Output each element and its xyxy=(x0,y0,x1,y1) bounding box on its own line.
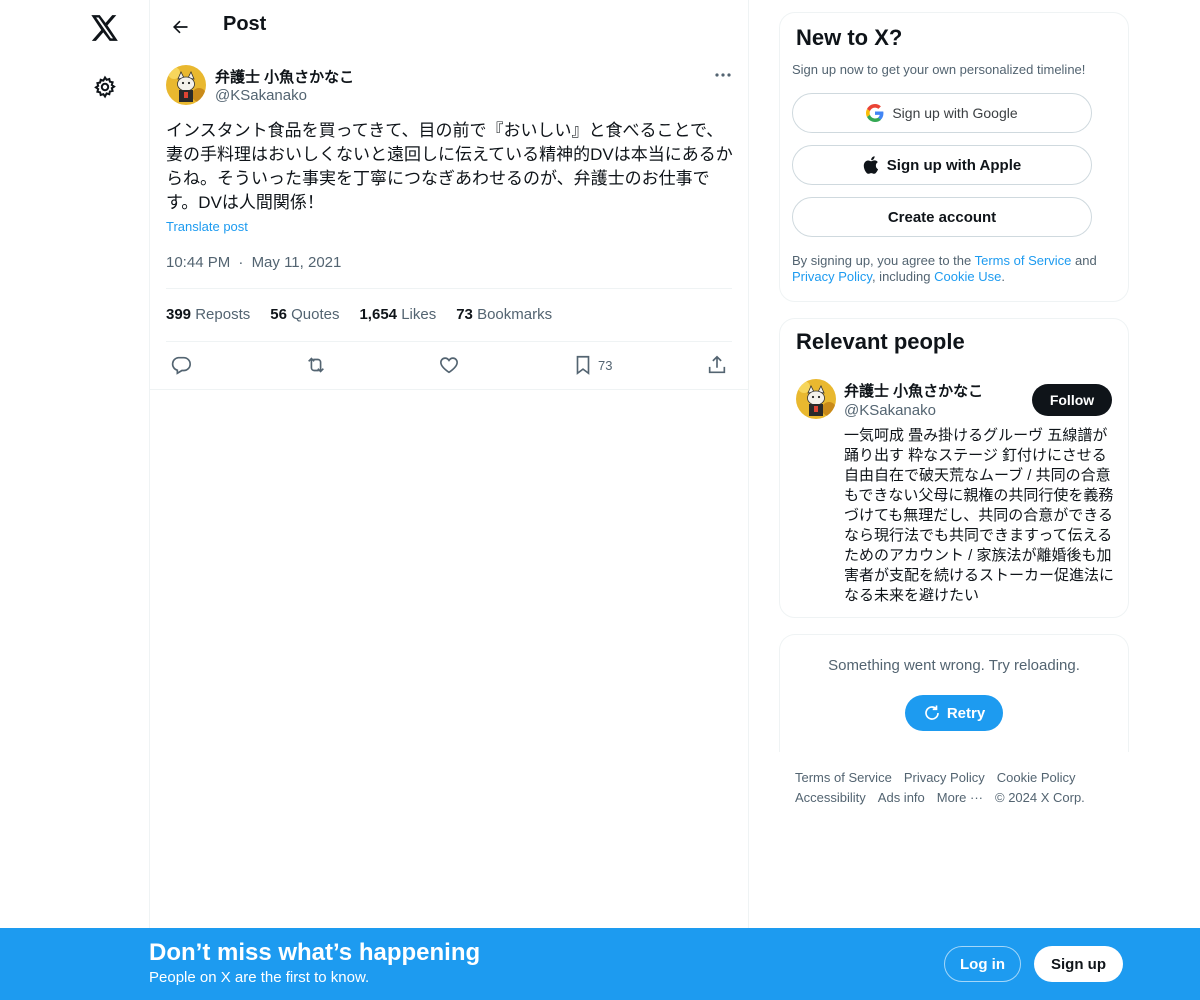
banner-subtitle: People on X are the first to know. xyxy=(149,969,370,986)
heart-icon xyxy=(440,357,458,374)
footer-ads-link[interactable]: Ads info xyxy=(878,790,925,805)
footer-copyright: © 2024 X Corp. xyxy=(995,790,1085,805)
login-banner: Don’t miss what’s happening People on X … xyxy=(0,928,1200,1000)
likes-count: 1,654 xyxy=(359,306,398,323)
footer-links: Terms of Service Privacy Policy Cookie Pol… xyxy=(795,768,1125,808)
bookmark-count: 73 xyxy=(598,357,613,373)
terms-prefix: By signing up, you agree to the xyxy=(792,253,975,268)
post-actions: 73 xyxy=(166,351,736,379)
refresh-icon xyxy=(925,705,939,720)
terms-of-service-link[interactable]: Terms of Service xyxy=(975,253,1072,268)
footer-privacy-link[interactable]: Privacy Policy xyxy=(904,770,985,785)
login-button[interactable]: Log in xyxy=(944,946,1021,982)
bookmarks-label: Bookmarks xyxy=(477,306,553,323)
more-options-button[interactable] xyxy=(708,63,738,87)
create-account-button[interactable]: Create account xyxy=(792,197,1092,237)
bookmark-button[interactable]: 73 xyxy=(572,351,612,379)
page-title: Post xyxy=(223,13,267,35)
terms-suffix: . xyxy=(1001,269,1005,284)
relevant-person-avatar[interactable] xyxy=(796,379,836,419)
relevant-people-title: Relevant people xyxy=(796,329,965,354)
reply-button[interactable] xyxy=(170,351,192,379)
repost-button[interactable] xyxy=(304,351,328,379)
x-logo-icon[interactable] xyxy=(80,3,130,53)
more-dots-icon xyxy=(715,73,731,77)
repost-icon xyxy=(308,357,324,373)
google-icon xyxy=(866,104,884,122)
reply-icon xyxy=(171,356,191,375)
meta-separator: · xyxy=(238,254,244,271)
bookmarks-count: 73 xyxy=(456,306,473,323)
likes-label: Likes xyxy=(401,306,437,323)
arrow-left-icon xyxy=(173,20,188,34)
banner-title: Don’t miss what’s happening xyxy=(149,939,481,966)
footer-more-link[interactable]: More ··· xyxy=(937,790,983,805)
reposts-stat[interactable]: 399 Reposts xyxy=(166,306,250,323)
likes-stat[interactable]: 1,654 Likes xyxy=(359,306,436,323)
apple-signup-button[interactable]: Sign up with Apple xyxy=(792,145,1092,185)
post-text: インスタント食品を買ってきて、目の前で『おいしい』と食べることで、妻の手料理はお… xyxy=(166,121,733,212)
relevant-person-name[interactable]: 弁護士 小魚さかなこ xyxy=(844,380,983,401)
retry-label: Retry xyxy=(946,704,986,722)
divider xyxy=(166,288,732,289)
terms-including: , including xyxy=(871,269,935,284)
relevant-person-bio: 一気呵成 畳み掛けるグルーヴ 五線譜が踊り出す 粋なステージ 釘付けにさせる 自… xyxy=(844,427,1115,604)
post-date: May 11, 2021 xyxy=(251,254,342,271)
primary-column: Post 弁護士 小魚さかなこ @KSakanako インスタント食品を買ってき… xyxy=(149,0,749,928)
retry-button[interactable]: Retry xyxy=(905,695,1003,731)
relevant-person-handle[interactable]: @KSakanako xyxy=(844,402,936,419)
left-navigation xyxy=(0,0,150,1000)
footer-terms-link[interactable]: Terms of Service xyxy=(795,770,892,785)
post-timestamp[interactable]: 10:44 PM · May 11, 2021 xyxy=(166,254,341,271)
post-time: 10:44 PM xyxy=(166,254,231,271)
error-message: Something went wrong. Try reloading. xyxy=(828,657,1080,674)
divider xyxy=(150,389,748,390)
footer-accessibility-link[interactable]: Accessibility xyxy=(795,790,866,805)
privacy-policy-link[interactable]: Privacy Policy xyxy=(792,269,872,284)
post-header: Post xyxy=(150,0,748,53)
quotes-stat[interactable]: 56 Quotes xyxy=(270,306,339,323)
cookie-use-link[interactable]: Cookie Use xyxy=(934,269,1001,284)
google-signup-button[interactable]: Sign up with Google xyxy=(792,93,1092,133)
author-avatar[interactable] xyxy=(166,65,206,105)
gear-icon[interactable] xyxy=(80,62,130,112)
share-icon xyxy=(708,355,726,374)
quotes-label: Quotes xyxy=(291,306,340,323)
apple-signup-label: Sign up with Apple xyxy=(886,156,1022,174)
signup-button[interactable]: Sign up xyxy=(1034,946,1123,982)
share-button[interactable] xyxy=(706,351,728,379)
signup-card-title: New to X? xyxy=(796,25,903,50)
follow-button[interactable]: Follow xyxy=(1032,384,1112,416)
footer-cookie-link[interactable]: Cookie Policy xyxy=(997,770,1076,785)
signup-card-subtitle: Sign up now to get your own personalized… xyxy=(792,62,1086,77)
post-stats: 399 Reposts 56 Quotes 1,654 Likes 73 Boo… xyxy=(166,306,552,323)
divider xyxy=(166,341,732,342)
relevant-people-card: Relevant people 弁護士 小魚さかなこ @KSakanako Fo… xyxy=(779,318,1129,618)
apple-icon xyxy=(863,156,878,174)
signup-terms: By signing up, you agree to the Terms of… xyxy=(792,253,1122,285)
terms-and: and xyxy=(1071,253,1097,268)
bookmark-icon xyxy=(576,355,590,375)
like-button[interactable] xyxy=(438,351,460,379)
reposts-count: 399 xyxy=(166,306,192,323)
author-name[interactable]: 弁護士 小魚さかなこ xyxy=(215,66,354,87)
signup-card: New to X? Sign up now to get your own pe… xyxy=(779,12,1129,302)
quotes-count: 56 xyxy=(270,306,287,323)
author-handle[interactable]: @KSakanako xyxy=(215,87,307,104)
create-account-label: Create account xyxy=(887,208,997,226)
back-button[interactable] xyxy=(162,9,198,45)
reposts-label: Reposts xyxy=(195,306,251,323)
trends-error-card: Something went wrong. Try reloading. Ret… xyxy=(779,634,1129,752)
translate-post-link[interactable]: Translate post xyxy=(166,219,248,234)
google-signup-label: Sign up with Google xyxy=(892,105,1018,121)
bookmarks-stat[interactable]: 73 Bookmarks xyxy=(456,306,552,323)
